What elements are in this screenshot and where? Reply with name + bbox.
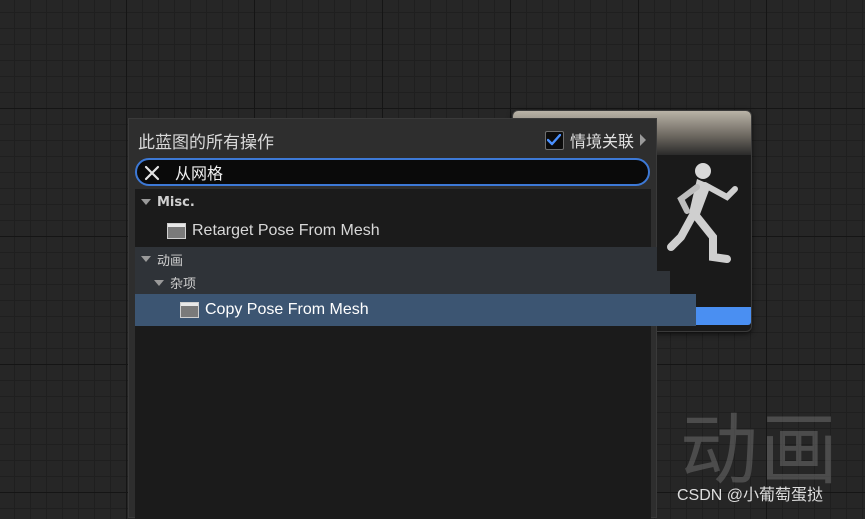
action-tree: Misc. Retarget Pose From Mesh 动画 杂项 Copy…: [135, 189, 696, 519]
chevron-down-icon[interactable]: [141, 199, 151, 205]
category-label: 动画: [157, 253, 184, 269]
menu-title: 此蓝图的所有操作: [138, 133, 274, 153]
function-node-icon: [167, 223, 186, 239]
action-item-copy-pose[interactable]: Copy Pose From Mesh: [135, 294, 696, 326]
category-animation[interactable]: 动画: [135, 247, 657, 271]
context-label: 情境关联: [569, 132, 634, 151]
close-icon[interactable]: [143, 164, 161, 182]
category-misc-sub[interactable]: 杂项: [135, 271, 670, 294]
chevron-right-icon[interactable]: [640, 134, 646, 146]
checkmark-icon: [547, 134, 562, 146]
search-input[interactable]: [175, 162, 635, 182]
context-sensitive-toggle[interactable]: 情境关联: [544, 128, 646, 152]
chevron-down-icon[interactable]: [154, 279, 164, 286]
category-misc[interactable]: Misc.: [135, 191, 657, 213]
category-label: Misc.: [157, 194, 195, 210]
action-label: Copy Pose From Mesh: [205, 301, 369, 318]
category-label: 杂项: [170, 277, 197, 292]
credit-text: CSDN @小葡萄蛋挞: [677, 487, 824, 504]
chevron-down-icon[interactable]: [141, 256, 151, 262]
menu-header: 此蓝图的所有操作 情境关联: [129, 119, 656, 157]
function-node-icon: [180, 302, 199, 318]
action-item-retarget-pose[interactable]: Retarget Pose From Mesh: [135, 215, 683, 247]
action-menu: 此蓝图的所有操作 情境关联 Misc. Retarget Pose From M…: [128, 118, 696, 519]
context-checkbox[interactable]: [544, 130, 564, 150]
action-label: Retarget Pose From Mesh: [192, 222, 380, 239]
search-box[interactable]: [135, 158, 650, 186]
